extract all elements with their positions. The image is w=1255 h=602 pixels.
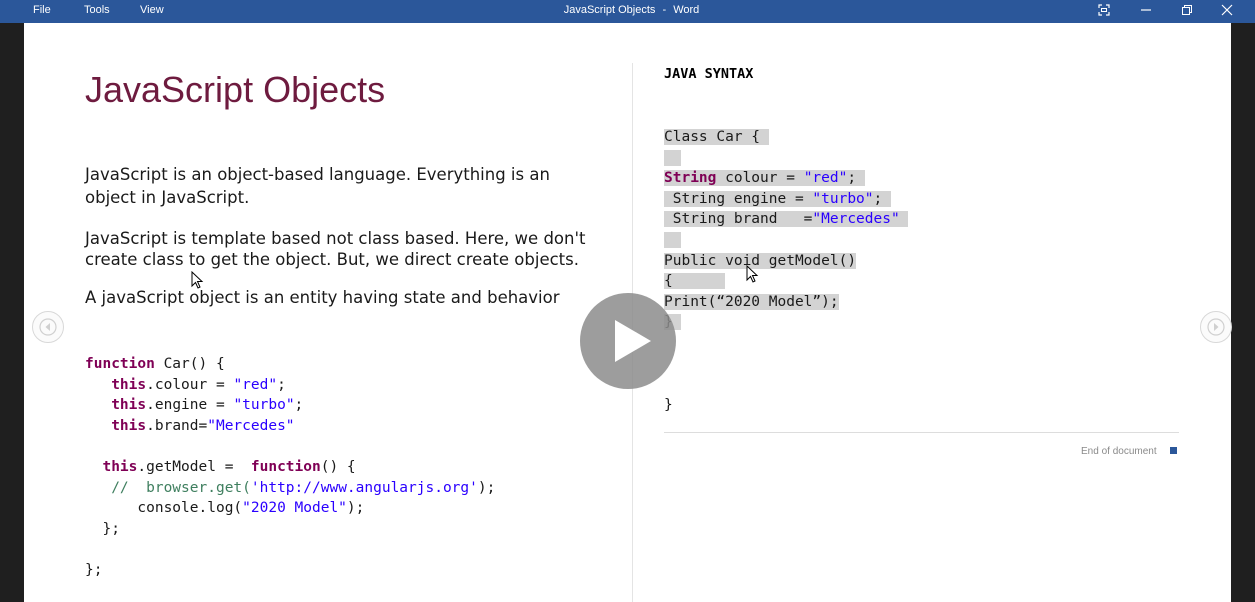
section-heading: JAVA SYNTAX [664,66,754,82]
paragraph-line: JavaScript is an object-based language. … [85,165,550,184]
end-of-document-label: End of document [1081,446,1157,457]
document-page: JavaScript Objects JavaScript is an obje… [24,23,1232,602]
app-name: Word [673,4,700,16]
code-line: } [664,396,673,413]
play-icon [615,320,651,362]
code-line: Print(“2020 Model”); [664,293,839,310]
code-line: this.colour = "red"; [111,376,286,393]
code-line: Class Car { [664,129,769,145]
chevron-left-icon [39,318,57,336]
chevron-right-icon [1207,318,1225,336]
code-line: // browser.get('http://www.angularjs.org… [111,479,496,496]
code-line: }; [85,561,103,578]
code-line: String engine = "turbo"; [664,190,891,207]
code-line: console.log("2020 Model"); [137,500,365,517]
mouse-cursor-icon [191,271,204,289]
play-button[interactable] [580,293,676,389]
code-line: this.engine = "turbo"; [111,397,304,414]
next-page-button[interactable] [1200,311,1232,343]
document-name: JavaScript Objects [563,4,656,16]
paragraph-line: A javaScript object is an entity having … [85,288,560,307]
code-line: function Car() { [85,356,225,372]
title-bar: File Tools View JavaScript Objects - Wor… [0,0,1255,23]
previous-page-button[interactable] [32,311,64,343]
code-line: String brand ="Mercedes" [664,211,909,228]
minimize-icon[interactable] [1138,2,1154,18]
focus-mode-icon[interactable] [1096,2,1112,18]
code-line: this.getModel = function() { [102,458,356,475]
restore-icon[interactable] [1179,2,1195,18]
code-line: this.brand="Mercedes" [111,417,295,434]
title-separator: - [662,4,667,16]
close-icon[interactable] [1219,2,1235,18]
document-end-rule [664,432,1179,433]
paragraph-line: JavaScript is template based not class b… [85,229,586,248]
page-title: JavaScript Objects [85,69,386,110]
code-line-blank [664,149,682,166]
code-line: }; [102,520,120,537]
mouse-cursor-icon [746,265,759,283]
code-line: { [664,273,673,290]
code-line: String colour = "red"; [664,170,865,187]
js-code-block: function Car() { this.colour = "red"; th… [85,354,495,581]
java-code-block: Class Car { String colour = "red"; Strin… [664,127,909,415]
end-of-document-marker [1170,447,1177,454]
left-margin [0,23,24,602]
paragraph-line: object in JavaScript. [85,188,250,207]
right-margin [1231,23,1255,602]
code-line: Public void getModel() [664,252,857,269]
code-line-blank [664,231,682,248]
paragraph-line: create class to get the object. But, we … [85,250,579,269]
window-title: JavaScript Objects - Word [0,4,1255,16]
